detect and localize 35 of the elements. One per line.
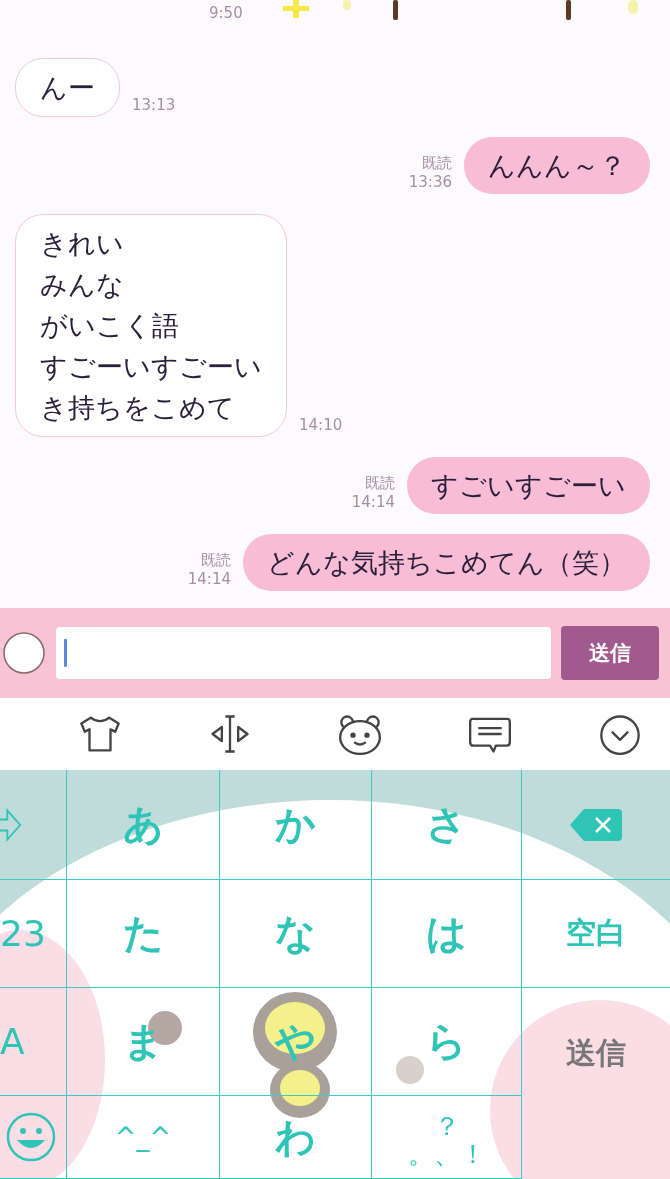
message-bubble: きれい みんな がいこく語 すごーいすごーい き持ちをこめて bbox=[15, 214, 287, 437]
message-time: 14:14 bbox=[351, 493, 395, 512]
message-input-field[interactable] bbox=[56, 627, 551, 679]
message-time: 9:50 bbox=[209, 4, 243, 23]
keyboard-key[interactable]: さ bbox=[372, 770, 522, 880]
keyboard-key[interactable]: や bbox=[220, 988, 372, 1096]
keyboard-key[interactable]: 23 bbox=[0, 880, 67, 988]
keyboard-key[interactable]: た bbox=[67, 880, 220, 988]
keyboard-key[interactable]: は bbox=[372, 880, 522, 988]
bear-face-icon[interactable] bbox=[336, 713, 384, 755]
read-receipt: 既読 bbox=[422, 154, 452, 173]
keyboard-key[interactable]: ^_^ bbox=[67, 1096, 220, 1179]
keyboard-key[interactable]: ？ 。、！ bbox=[372, 1096, 522, 1179]
read-receipt: 既読 bbox=[365, 474, 395, 493]
message-time: 13:13 bbox=[132, 96, 176, 115]
send-button[interactable]: 送信 bbox=[561, 626, 659, 680]
delete-icon bbox=[570, 806, 622, 843]
keyboard-key[interactable]: 送信 bbox=[522, 988, 670, 1179]
message-time: 13:36 bbox=[408, 173, 452, 192]
read-receipt: 既読 bbox=[201, 551, 231, 570]
keyboard-key[interactable]: ま bbox=[67, 988, 220, 1096]
message-bubble: んんん～？ bbox=[464, 137, 650, 194]
message-bubble: すごいすごーい bbox=[407, 457, 650, 514]
message-time: 14:10 bbox=[299, 416, 343, 435]
message-bubble: どんな気持ちこめてん（笑） bbox=[243, 534, 650, 591]
keyboard-key[interactable]: ら bbox=[372, 988, 522, 1096]
keyboard-key[interactable]: か bbox=[220, 770, 372, 880]
keyboard-key[interactable]: な bbox=[220, 880, 372, 988]
message-time: 14:14 bbox=[187, 570, 231, 589]
keyboard-key[interactable]: あ bbox=[67, 770, 220, 880]
message-bubble: んー bbox=[15, 58, 120, 117]
smiley-icon bbox=[6, 1112, 56, 1162]
keyboard-key[interactable]: 空白 bbox=[522, 880, 670, 988]
keyboard-key[interactable]: わ bbox=[220, 1096, 372, 1179]
avatar-icon[interactable] bbox=[2, 631, 46, 675]
